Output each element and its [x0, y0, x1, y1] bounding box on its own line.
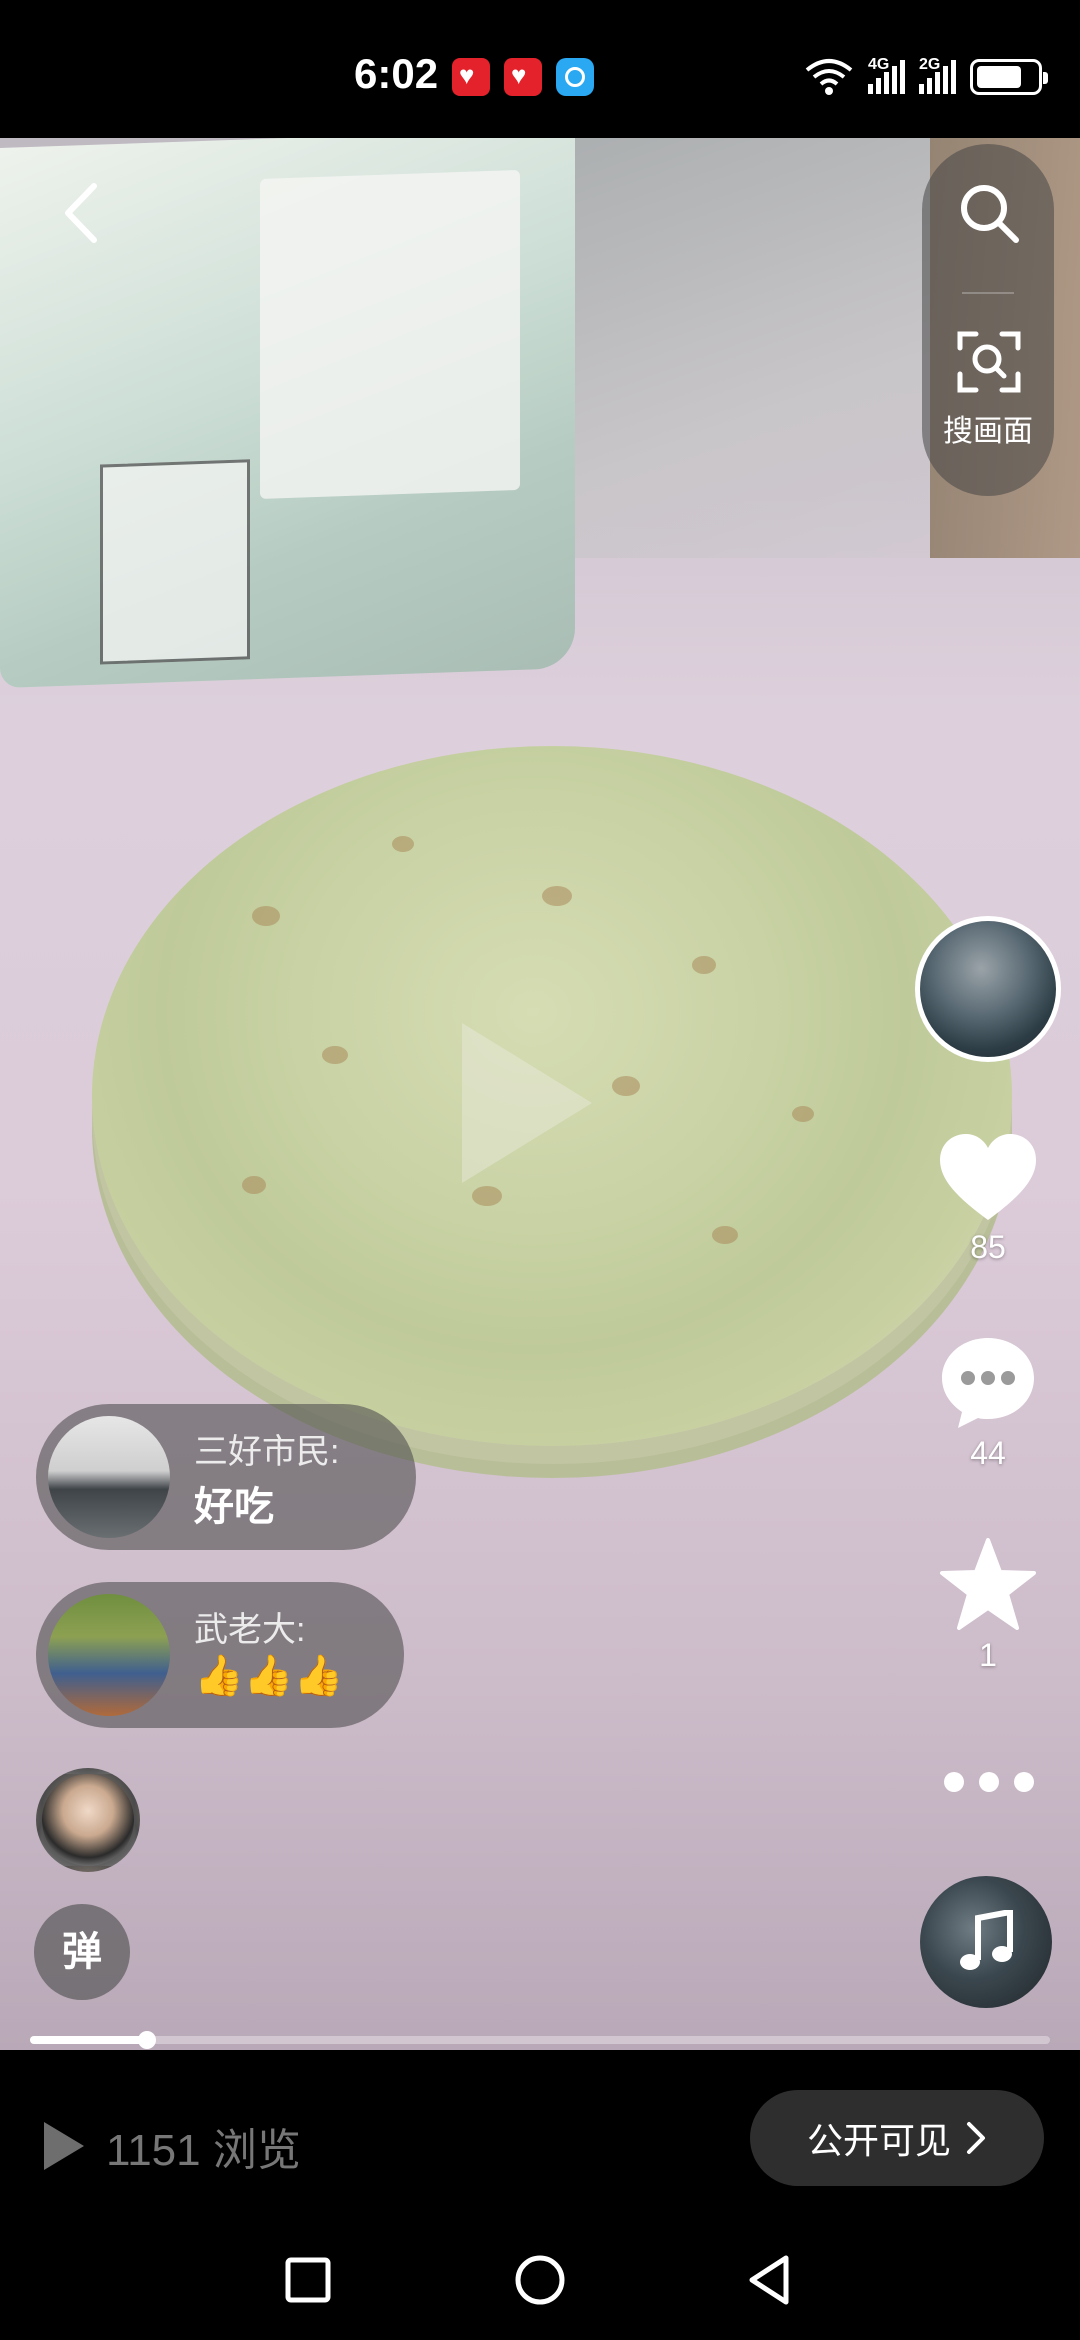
video-player[interactable]	[0, 138, 1080, 2050]
chevron-right-icon	[967, 2122, 985, 2154]
notification-app-icon	[504, 58, 542, 96]
video-progress-bar[interactable]	[30, 2031, 1050, 2049]
scan-screen-label[interactable]: 搜画面	[922, 406, 1054, 450]
bottom-info-bar: 1151 浏览 公开可见	[0, 2050, 1080, 2222]
signal-4g-icon: 4G	[868, 56, 905, 94]
like-button[interactable]: 85	[922, 1132, 1054, 1266]
progress-fill	[30, 2036, 148, 2044]
search-icon[interactable]	[956, 180, 1022, 246]
nav-back-icon	[749, 2255, 789, 2305]
back-button[interactable]	[52, 178, 112, 248]
battery-icon	[970, 59, 1048, 95]
more-icon[interactable]	[944, 1772, 1034, 1792]
danmu-toggle-button[interactable]: 弹	[34, 1904, 130, 2000]
view-count: 1151 浏览	[44, 2114, 301, 2178]
scan-icon[interactable]	[956, 328, 1022, 394]
nav-home-button[interactable]	[508, 2248, 572, 2312]
music-note-icon	[960, 1910, 1013, 1970]
play-icon	[44, 2122, 84, 2170]
visibility-button[interactable]: 公开可见	[750, 2090, 1044, 2186]
heart-icon	[940, 1134, 1036, 1220]
comment-text: 好吃	[194, 1485, 274, 1529]
back-arrow-icon	[65, 183, 97, 243]
view-count-text: 1151 浏览	[106, 2126, 301, 2175]
wifi-icon	[805, 59, 853, 95]
system-nav-bar	[0, 2222, 1080, 2340]
notification-app-icon	[452, 58, 490, 96]
music-disc[interactable]	[920, 1876, 1052, 2008]
nav-back-button[interactable]	[738, 2248, 802, 2312]
star-icon	[940, 1538, 1036, 1630]
comment-button[interactable]: 44	[922, 1334, 1054, 1472]
comment-bubble[interactable]: 三好市民: 好吃	[36, 1404, 416, 1550]
favorite-button[interactable]: 1	[922, 1536, 1054, 1674]
play-overlay-icon	[462, 1023, 592, 1183]
status-time: 6:02	[354, 50, 439, 97]
commenter-name: 三好市民:	[194, 1433, 340, 1471]
commenter-avatar[interactable]	[48, 1416, 170, 1538]
comment-count: 44	[970, 1435, 1006, 1471]
viewer-avatar[interactable]	[36, 1768, 140, 1872]
notification-app-icon	[556, 58, 594, 96]
status-indicators: 4G 2G	[804, 56, 1048, 98]
nav-recents-icon	[285, 2257, 331, 2303]
like-count: 85	[970, 1229, 1006, 1265]
favorite-count: 1	[979, 1637, 997, 1673]
nav-recents-button[interactable]	[276, 2248, 340, 2312]
comment-bubble[interactable]: 武老大: 👍👍👍	[36, 1582, 404, 1728]
creator-avatar[interactable]	[915, 916, 1061, 1062]
status-bar: 6:02 4G 2G	[0, 0, 1080, 138]
comment-text: 👍👍👍	[194, 1654, 344, 1698]
comment-icon	[942, 1338, 1034, 1428]
visibility-label: 公开可见	[806, 2120, 951, 2161]
search-panel: 搜画面	[922, 144, 1054, 496]
commenter-avatar[interactable]	[48, 1594, 170, 1716]
commenter-name: 武老大:	[194, 1611, 306, 1649]
nav-home-icon	[515, 2255, 565, 2305]
divider	[962, 292, 1014, 294]
signal-2g-icon: 2G	[919, 56, 956, 94]
